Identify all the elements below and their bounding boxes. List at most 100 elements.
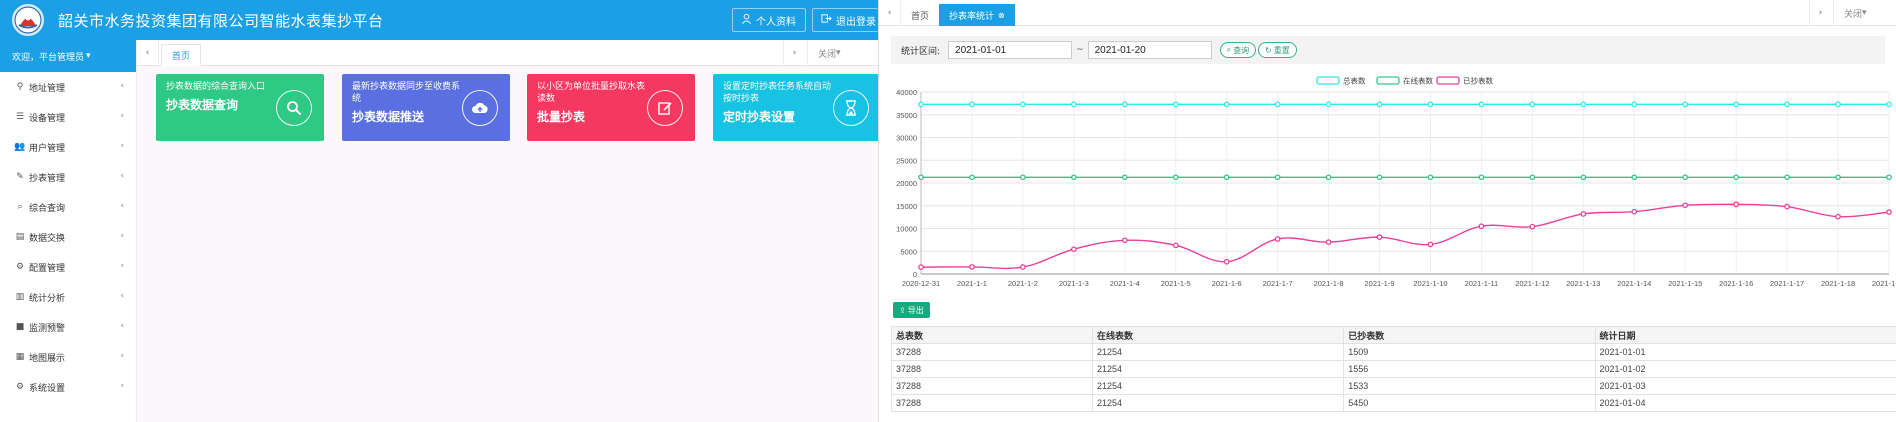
sidebar-item[interactable]: ▥ 统计分析 ‹ [0,282,136,312]
sidebar-item[interactable]: ⚙ 配置管理 ‹ [0,252,136,282]
shortcut-card[interactable]: 设置定时抄表任务系统自动按时抄表 定时抄表设置 [713,74,878,141]
table-cell: 21254 [1091,360,1345,378]
tab-scroll-left-button[interactable]: ‹ [137,40,159,66]
sidebar-item[interactable]: ▦ 地图展示 ‹ [0,342,136,372]
sidebar-item[interactable]: ⚙ 系统设置 ‹ [0,372,136,402]
sidebar-item[interactable]: ⌕ 综合查询 ‹ [0,192,136,222]
edit-icon[interactable] [647,90,683,126]
sidebar-menu: ⚲ 地址管理 ‹ ☰ 设备管理 ‹ 👥 用户管理 ‹ ✎ 抄表管理 ‹ ⌕ 综合查询 ‹ ▤ 数据交换 ‹ ⚙ 配置管… [0,72,136,402]
reset-button[interactable]: ↻ 重置 [1258,42,1297,58]
x-tick-label: 2021-1-10 [1413,279,1447,288]
series-1-point [1223,174,1230,181]
end-date-input[interactable] [1087,41,1212,59]
y-tick-label: 10000 [896,225,917,234]
search-icon[interactable] [276,90,312,126]
shortcut-card[interactable]: 抄表数据的综合查询入口 抄表数据查询 [156,74,324,141]
reset-label: 重置 [1273,45,1290,55]
sidebar-item[interactable]: ⚲ 地址管理 ‹ [0,72,136,102]
x-tick-label: 2021-1-18 [1821,279,1855,288]
series-0-point [1682,101,1689,108]
query-button[interactable]: ⌕ 查询 [1219,42,1257,58]
date-range-label: 统计区间: [901,46,941,57]
table-row: 37288 21254 5450 2021-01-04 [891,394,1896,412]
series-2-point [1020,264,1026,270]
series-1-point [1784,174,1790,181]
profile-button[interactable]: 个人资料 [732,8,806,32]
tab-scroll-right-button[interactable]: › [1809,0,1831,26]
chevron-left-icon: ‹ [120,381,124,391]
x-tick-label: 2021-1-19 [1872,279,1896,288]
table-row: 37288 21254 1533 2021-01-03 [891,377,1896,395]
sidebar-item[interactable]: ■ 监测预警 ‹ [0,312,136,342]
right-tab-bar: ‹ 首页 抄表率统计 ⊗ › 关闭 ▾ [879,0,1896,26]
table-header-cell[interactable]: 总表数 [891,326,1093,344]
camera-icon: ■ [15,322,25,332]
series-1-point [1631,174,1638,181]
sidebar-item-label: 地址管理 [29,83,66,94]
series-0-point [1478,101,1485,108]
tab-home[interactable]: 首页 [901,4,939,26]
chevron-left-icon: ‹ [120,171,124,181]
table-body: 37288 21254 1509 2021-01-01 37288 21254 1556 20… [891,343,1896,412]
tab-scroll-left-button[interactable]: ‹ [879,0,901,26]
tab-home[interactable]: 首页 [161,44,202,66]
logout-icon [821,13,832,27]
shortcut-card[interactable]: 最新抄表数据同步至收费系统 抄表数据推送 [342,74,510,141]
series-1-point [1886,174,1892,181]
shortcut-card[interactable]: 以小区为单位批量抄取水表读数 批量抄表 [527,74,695,141]
tab-scroll-right-button[interactable]: › [783,40,805,66]
legend-swatch [1436,76,1460,85]
search-icon: ⌕ [17,202,23,212]
map-pin-icon: ⚲ [16,82,24,92]
sidebar-item[interactable]: ▤ 数据交换 ‹ [0,222,136,252]
chevron-left-icon: ‹ [120,321,124,331]
series-1-point [1580,174,1587,181]
series-1-point [969,174,975,181]
close-tabs-menu[interactable]: 关闭 ▾ [807,40,851,66]
caret-down-icon: ▾ [836,48,841,58]
x-tick-label: 2021-1-6 [1212,279,1242,288]
start-date-input[interactable] [948,41,1073,59]
series-2-point [1427,241,1434,248]
table-header-cell[interactable]: 已抄表数 [1343,326,1596,344]
series-2-point [1529,223,1536,230]
table-header-cell[interactable]: 在线表数 [1091,326,1345,344]
export-button[interactable]: ⇪ 导出 [893,302,930,318]
range-separator: ~ [1076,45,1084,55]
sidebar: 欢迎，平台管理员 ▾ ⚲ 地址管理 ‹ ☰ 设备管理 ‹ 👥 用户管理 ‹ ✎ 抄表管理 ‹ ⌕ 综合查询… [0,40,137,422]
caret-down-icon: ▾ [1862,8,1867,18]
close-icon[interactable]: ⊗ [998,11,1005,20]
welcome-user-menu[interactable]: 欢迎，平台管理员 ▾ [0,40,136,72]
sidebar-item[interactable]: ☰ 设备管理 ‹ [0,102,136,132]
table-cell: 21254 [1091,343,1345,361]
cloud-upload-icon[interactable] [462,90,498,126]
x-tick-label: 2021-1-3 [1059,279,1089,288]
table-header-cell[interactable]: 统计日期 [1594,326,1896,344]
screen: 韶关市水务投资集团有限公司智能水表集抄平台 个人资料 退出登录 欢迎，平台管理员… [0,0,1896,422]
close-tabs-menu[interactable]: 关闭 ▾ [1833,0,1877,26]
series-2-point [1274,236,1281,242]
series-1-point [1478,174,1485,181]
x-tick-label: 2021-1-16 [1719,279,1753,288]
sidebar-item[interactable]: 👥 用户管理 ‹ [0,132,136,162]
hourglass-icon[interactable] [833,90,869,126]
gears-icon: ⚙ [15,262,25,272]
series-1-point [1835,174,1841,181]
y-tick-label: 5000 [900,247,917,256]
reading-stats-line-chart: 0 5000 10000 15000 20000 25000 30000 35000 40000… [896,76,1896,289]
tab-reading-rate-stats[interactable]: 抄表率统计 ⊗ [939,4,1015,26]
card-description: 设置定时抄表任务系统自动按时抄表 [723,82,832,104]
logout-label: 退出登录 [836,16,876,28]
map-icon: ▦ [15,352,25,362]
sidebar-item-label: 用户管理 [29,143,66,154]
series-0-point [1733,101,1740,108]
series-0-point [1121,101,1128,108]
logout-button[interactable]: 退出登录 [812,8,878,32]
series-1-point [1020,174,1026,181]
sidebar-item[interactable]: ✎ 抄表管理 ‹ [0,162,136,192]
database-icon: ▤ [15,232,25,242]
series-0-point [1784,101,1790,108]
series-0-point [1631,101,1638,108]
sidebar-item-label: 抄表管理 [29,173,66,184]
series-2-point [1223,258,1230,265]
